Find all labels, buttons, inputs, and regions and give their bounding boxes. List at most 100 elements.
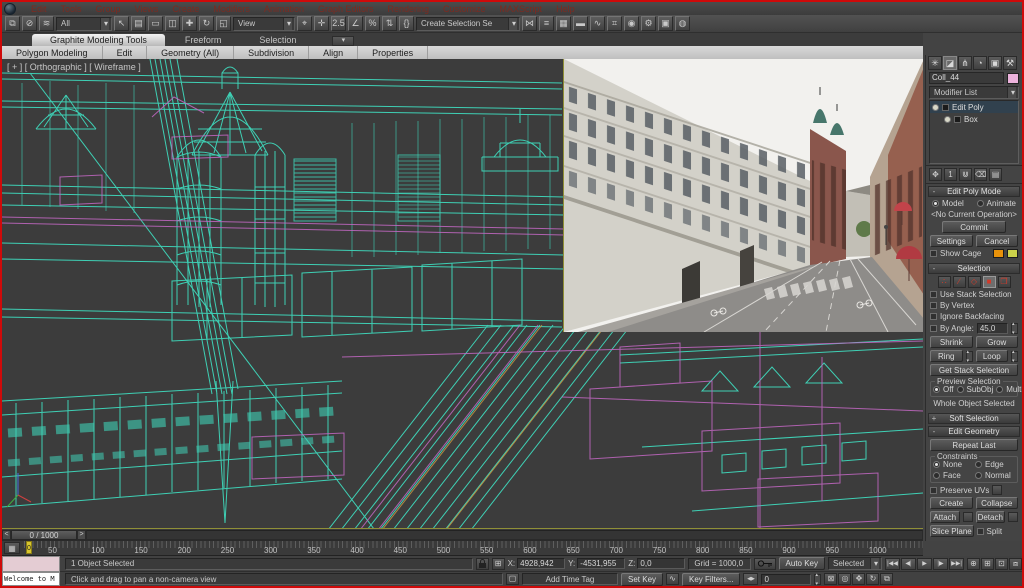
split-checkbox[interactable]: Split (977, 527, 1019, 536)
rectangular-selection-icon[interactable]: ▭ (148, 16, 163, 31)
coordinate-field[interactable]: 4928,942 (517, 558, 565, 569)
next-frame-arrow[interactable]: > (77, 530, 86, 540)
material-editor-icon[interactable]: ◉ (624, 16, 639, 31)
coordinate-field[interactable]: -4531,955 (577, 558, 625, 569)
object-name-field[interactable]: Coll_44 (929, 72, 1004, 84)
modifier-stack-row[interactable]: Edit Poly (930, 101, 1018, 113)
rollout-header[interactable]: -Edit Poly Mode (928, 186, 1020, 197)
settings-button[interactable]: Settings (930, 235, 973, 247)
ribbon-tab[interactable]: Graphite Modeling Tools (32, 34, 165, 46)
zoom-icon[interactable]: ⊕ (967, 558, 980, 570)
constraint-radio[interactable]: Edge (975, 460, 1015, 469)
orbit-icon[interactable]: ↻ (866, 573, 879, 585)
render-setup-icon[interactable]: ⚙ (641, 16, 656, 31)
detach-settings-icon[interactable] (1008, 512, 1018, 522)
select-and-rotate-icon[interactable]: ↻ (199, 16, 214, 31)
remove-modifier-icon[interactable]: ⌫ (974, 168, 987, 181)
viewport-label[interactable]: [ + ] [ Orthographic ] [ Wireframe ] (7, 62, 141, 72)
next-frame-button[interactable]: |▶ (933, 558, 948, 570)
isolate-selection-icon[interactable]: ▢ (506, 573, 519, 585)
absolute-offset-toggle-icon[interactable]: ⊞ (492, 558, 505, 570)
menu-item[interactable]: Edit (24, 4, 54, 14)
preview-selection-radio[interactable]: Off (933, 385, 954, 394)
polygon-subobject-icon[interactable]: ■ (983, 276, 996, 288)
menu-item[interactable]: Customize (436, 4, 493, 14)
constraint-radio[interactable]: None (933, 460, 973, 469)
selection-filter-dropdown[interactable]: All (56, 17, 112, 31)
repeat-last-button[interactable]: Repeat Last (930, 439, 1018, 451)
menu-item[interactable]: Create (165, 4, 206, 14)
pin-stack-icon[interactable]: ✥ (929, 168, 942, 181)
modifier-list-dropdown[interactable]: Modifier List (929, 86, 1019, 99)
menu-item[interactable]: Group (89, 4, 128, 14)
constraint-radio[interactable]: Face (933, 471, 973, 480)
cancel-button[interactable]: Cancel (976, 235, 1019, 247)
app-logo-icon[interactable] (4, 3, 16, 15)
selection-lock-icon[interactable] (476, 558, 489, 570)
mini-curve-editor-icon[interactable]: ▦ (4, 542, 20, 554)
menu-item[interactable]: Help (549, 4, 582, 14)
cage-color-swatch[interactable] (993, 249, 1004, 258)
modify-tab[interactable]: ◪ (943, 56, 957, 70)
preserve-uvs-checkbox[interactable]: Preserve UVs (930, 486, 989, 495)
commit-button[interactable]: Commit (942, 221, 1006, 233)
zoom-region-icon[interactable]: ⊠ (824, 573, 837, 585)
by-angle-spinner[interactable] (1011, 323, 1018, 334)
border-subobject-icon[interactable]: ◇ (968, 276, 981, 288)
play-button[interactable]: ▶ (917, 558, 932, 570)
ribbon-panel-tab[interactable]: Polygon Modeling (2, 46, 103, 59)
preview-selection-radio[interactable]: SubObj (957, 385, 994, 394)
ribbon-tab[interactable]: Selection (241, 34, 314, 46)
cage-selected-color-swatch[interactable] (1007, 249, 1018, 258)
current-frame-marker[interactable]: 0 (26, 541, 32, 554)
shrink-button[interactable]: Shrink (930, 336, 973, 348)
selection-set-key-dropdown[interactable]: Selected (828, 557, 882, 570)
select-and-move-icon[interactable]: ✚ (182, 16, 197, 31)
rendered-frame-icon[interactable]: ▣ (658, 16, 673, 31)
select-by-name-icon[interactable]: ▤ (131, 16, 146, 31)
percent-snap-icon[interactable]: % (365, 16, 380, 31)
model-radio[interactable]: Model (932, 199, 964, 208)
spinner-snap-icon[interactable]: ⇅ (382, 16, 397, 31)
align-icon[interactable]: ≡ (539, 16, 554, 31)
create-tab[interactable]: ✳ (928, 56, 942, 70)
select-and-manipulate-icon[interactable]: ✛ (314, 16, 329, 31)
ribbon-panel-tab[interactable]: Align (309, 46, 358, 59)
motion-tab[interactable]: ◔ (973, 56, 987, 70)
collapse-button[interactable]: Collapse (976, 497, 1019, 509)
ribbon-panel-tab[interactable]: Subdivision (234, 46, 309, 59)
curve-editor-icon[interactable]: ∿ (590, 16, 605, 31)
selection-checkbox[interactable]: Use Stack Selection (930, 290, 1018, 299)
field-of-view-icon[interactable]: ◎ (838, 573, 851, 585)
object-color-swatch[interactable] (1007, 73, 1019, 84)
angle-snap-icon[interactable]: ∠ (348, 16, 363, 31)
zoom-extents-icon[interactable]: ⊡ (995, 558, 1008, 570)
schematic-view-icon[interactable]: ⌗ (607, 16, 622, 31)
zoom-extents-all-icon[interactable]: ⧈ (1009, 558, 1022, 570)
maxscript-mini-listener[interactable] (2, 556, 60, 572)
ring-button[interactable]: Ring (930, 350, 963, 362)
maxscript-listener-text[interactable]: Welcome to M (2, 572, 60, 586)
visibility-bulb-icon[interactable] (944, 116, 951, 123)
time-slider-track[interactable] (86, 530, 923, 540)
layer-manager-icon[interactable]: ▦ (556, 16, 571, 31)
prev-frame-button[interactable]: ◀| (901, 558, 916, 570)
menu-item[interactable]: Graph Editors (311, 4, 381, 14)
display-tab[interactable]: ▣ (988, 56, 1002, 70)
edit-named-selections-icon[interactable]: {} (399, 16, 414, 31)
slice-plane-button[interactable]: Slice Plane (930, 525, 974, 537)
named-selection-set-dropdown[interactable]: Create Selection Se (416, 17, 520, 31)
set-key-button[interactable]: Set Key (621, 573, 663, 586)
snap-toggle-icon[interactable]: 2.5 (331, 16, 346, 31)
unlink-selection-icon[interactable]: ⊘ (22, 16, 37, 31)
menu-item[interactable]: Tools (54, 4, 89, 14)
rollout-header[interactable]: +Soft Selection (928, 413, 1020, 424)
bind-to-space-warp-icon[interactable]: ≋ (39, 16, 54, 31)
detach-button[interactable]: Detach (976, 511, 1006, 523)
select-and-link-icon[interactable]: ⧉ (5, 16, 20, 31)
show-end-result-icon[interactable]: 1 (944, 168, 957, 181)
vertex-subobject-icon[interactable]: ∴ (938, 276, 951, 288)
utilities-tab[interactable]: ⚒ (1003, 56, 1017, 70)
menu-item[interactable]: Views (128, 4, 166, 14)
ribbon-panel-tab[interactable]: Properties (358, 46, 428, 59)
